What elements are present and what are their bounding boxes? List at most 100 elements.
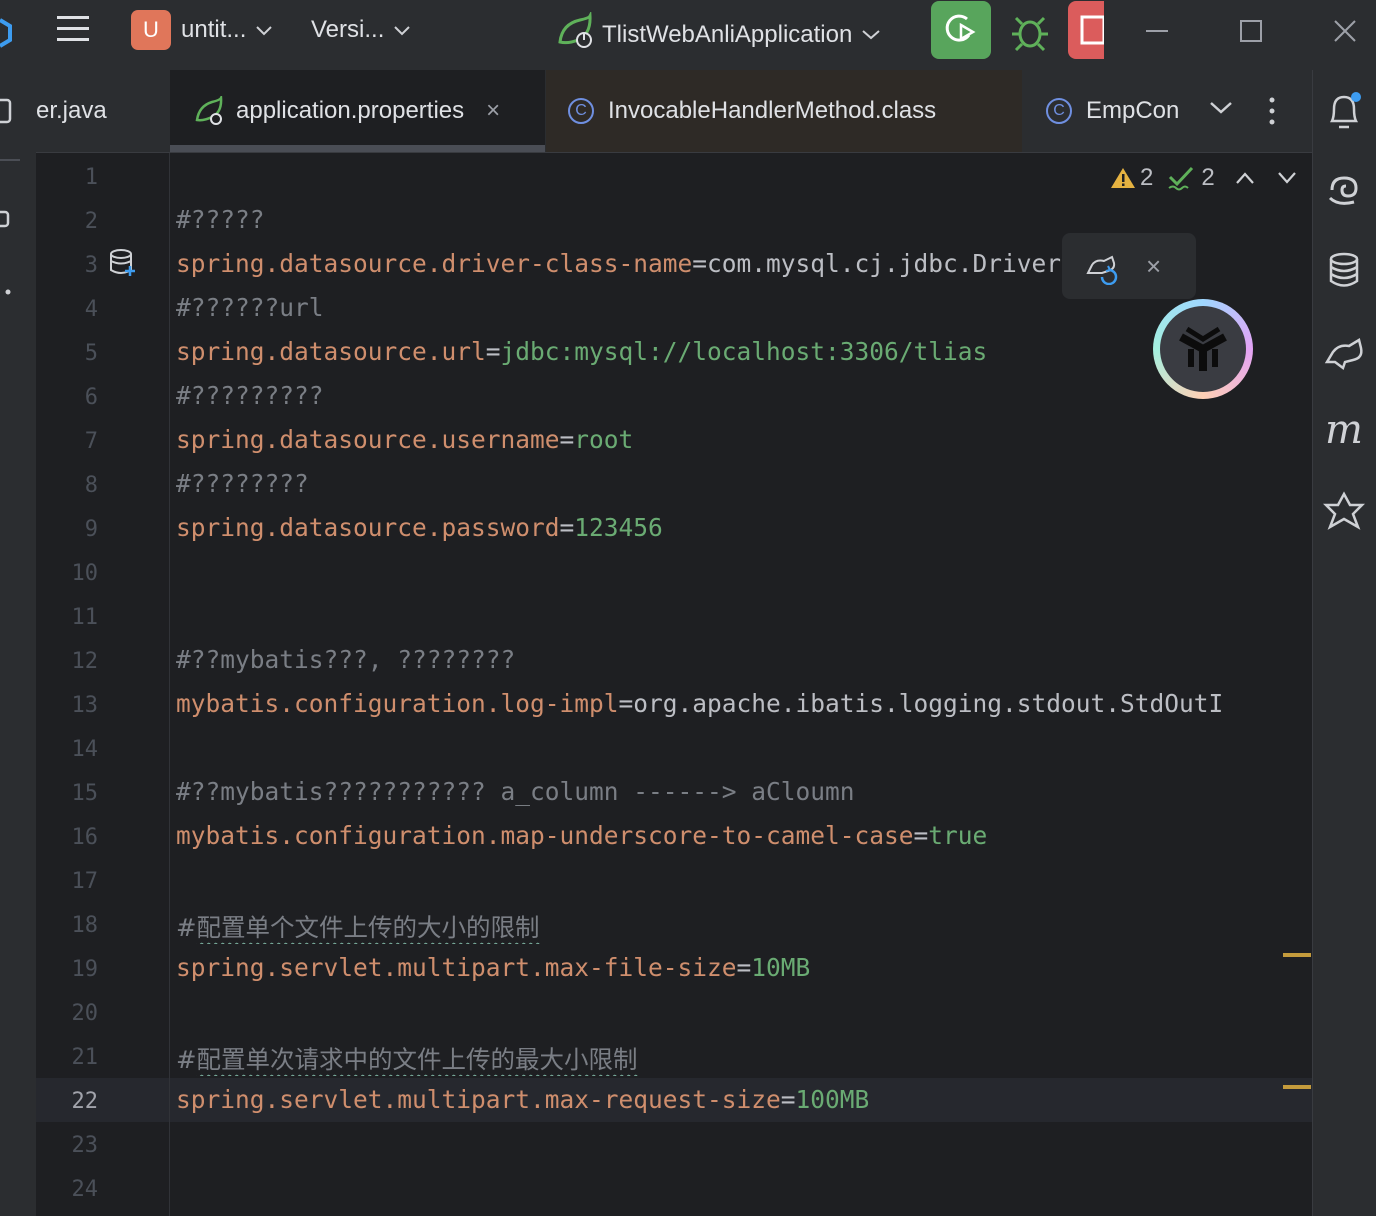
property-key: spring.datasource.url <box>176 337 486 366</box>
property-value: org.apache.ibatis.logging.stdout.StdOutI <box>633 689 1224 718</box>
debug-icon <box>1012 16 1048 52</box>
notifications-icon[interactable] <box>1322 88 1366 132</box>
equals-sign: = <box>618 689 634 718</box>
ok-count: 2 <box>1201 164 1215 191</box>
property-key: spring.servlet.multipart.max-file-size <box>176 953 737 982</box>
class-icon: C <box>568 98 594 124</box>
code-line[interactable]: spring.datasource.password=123456 <box>176 513 663 542</box>
code-line[interactable]: mybatis.configuration.log-impl=org.apach… <box>176 689 1223 718</box>
code-line[interactable]: #??????url <box>176 293 324 322</box>
equals-sign: = <box>692 249 708 278</box>
more-options-button[interactable] <box>1262 96 1282 126</box>
close-window-button[interactable] <box>1332 18 1358 44</box>
warning-icon <box>1110 166 1136 190</box>
line-number: 1 <box>84 165 98 190</box>
tab-controller-java[interactable]: er.java <box>36 70 170 152</box>
more-vertical-icon <box>1269 97 1275 125</box>
active-tab-indicator <box>170 145 545 152</box>
code-line[interactable]: spring.servlet.multipart.max-request-siz… <box>176 1085 869 1114</box>
code-line[interactable]: spring.datasource.url=jdbc:mysql://local… <box>176 337 987 366</box>
line-number: 9 <box>84 517 98 542</box>
tab-empcontroller[interactable]: C EmpCon <box>1024 70 1184 152</box>
comment-text: #????? <box>176 205 265 234</box>
line-number: 3 <box>84 253 98 278</box>
tab-application-properties[interactable]: application.properties × <box>170 70 545 152</box>
maximize-icon <box>1240 20 1262 42</box>
line-number: 15 <box>71 781 99 806</box>
project-selector[interactable]: U untit... <box>131 10 273 50</box>
vcs-selector[interactable]: Versi... <box>311 16 411 44</box>
ai-assistant-icon[interactable] <box>1322 168 1366 212</box>
line-number: 12 <box>71 649 99 674</box>
code-line[interactable]: #????? <box>176 205 265 234</box>
code-line[interactable]: #??mybatis??????????? a_column ------> a… <box>176 777 855 806</box>
run-config-selector[interactable]: TlistWebAnliApplication <box>556 10 881 57</box>
close-tab-icon[interactable]: × <box>486 97 500 125</box>
code-line[interactable]: spring.servlet.multipart.max-file-size=1… <box>176 953 810 982</box>
equals-sign: = <box>736 953 752 982</box>
chevron-down-icon <box>394 20 411 41</box>
code-line[interactable]: spring.datasource.username=root <box>176 425 633 454</box>
menu-icon[interactable] <box>56 12 90 46</box>
minimize-button[interactable] <box>1144 18 1170 44</box>
comment-text: #??mybatis???, ???????? <box>176 645 516 674</box>
warning-count: 2 <box>1140 164 1154 191</box>
line-number: 24 <box>71 1177 99 1202</box>
floating-ai-button[interactable] <box>1153 299 1253 399</box>
line-number: 10 <box>71 561 99 586</box>
equals-sign: = <box>559 425 575 454</box>
line-number: 17 <box>71 869 99 894</box>
scroll-marker-warning[interactable] <box>1283 1085 1311 1089</box>
rerun-button[interactable] <box>931 1 991 59</box>
close-icon <box>1334 20 1356 42</box>
line-number: 6 <box>84 385 98 410</box>
property-value: 100MB <box>795 1085 870 1114</box>
line-number: 4 <box>84 297 98 322</box>
comment-text: #???????? <box>176 469 309 498</box>
run-config-name: TlistWebAnliApplication <box>602 20 853 48</box>
database-icon[interactable] <box>1322 248 1366 292</box>
reload-popup: × <box>1062 233 1196 299</box>
project-name: untit... <box>181 16 247 43</box>
maven-icon[interactable] <box>1322 330 1366 374</box>
line-number: 14 <box>71 737 99 762</box>
stop-icon <box>1080 15 1106 45</box>
maximize-button[interactable] <box>1238 18 1264 44</box>
app-logo-icon <box>0 12 14 52</box>
chevron-down-icon <box>862 24 881 45</box>
scroll-marker-warning[interactable] <box>1283 953 1311 957</box>
previous-highlight-icon[interactable] <box>1235 171 1255 185</box>
left-tool-strip <box>0 70 36 1216</box>
stop-button[interactable] <box>1068 1 1106 59</box>
close-popup-icon[interactable]: × <box>1146 251 1161 282</box>
inspection-widget[interactable]: 2 2 <box>1110 164 1297 192</box>
line-number: 19 <box>71 957 99 982</box>
code-line[interactable]: mybatis.configuration.map-underscore-to-… <box>176 821 987 850</box>
spring-properties-icon <box>194 96 224 126</box>
tab-invocable-handler-method[interactable]: C InvocableHandlerMethod.class <box>546 70 1022 152</box>
project-badge: U <box>131 10 171 50</box>
datasource-gutter-icon[interactable] <box>108 248 138 283</box>
ai-logo-icon <box>1160 306 1246 392</box>
debug-button[interactable] <box>1008 12 1052 52</box>
code-line[interactable]: #??mybatis???, ???????? <box>176 645 515 674</box>
code-line[interactable]: #配置单次请求中的文件上传的最大小限制 <box>176 1041 638 1076</box>
property-value: 123456 <box>574 513 663 542</box>
line-number: 7 <box>84 429 98 454</box>
line-number: 11 <box>71 605 99 630</box>
tab-list-dropdown[interactable] <box>1208 100 1234 116</box>
chevron-down-icon <box>1210 102 1232 114</box>
chevron-down-icon <box>256 20 273 41</box>
property-key: spring.datasource.password <box>176 513 560 542</box>
maven-reload-icon[interactable] <box>1086 251 1122 290</box>
code-line[interactable]: spring.datasource.driver-class-name=com.… <box>176 249 1061 278</box>
m-plugin-icon[interactable]: m <box>1322 407 1366 453</box>
equals-sign: = <box>913 821 929 850</box>
plugin-star-icon[interactable] <box>1322 490 1366 534</box>
next-highlight-icon[interactable] <box>1277 171 1297 185</box>
line-number: 22 <box>71 1089 99 1114</box>
code-line[interactable]: #????????? <box>176 381 324 410</box>
code-line[interactable]: #???????? <box>176 469 309 498</box>
property-key: spring.datasource.driver-class-name <box>176 249 693 278</box>
code-line[interactable]: #配置单个文件上传的大小的限制 <box>176 909 540 944</box>
